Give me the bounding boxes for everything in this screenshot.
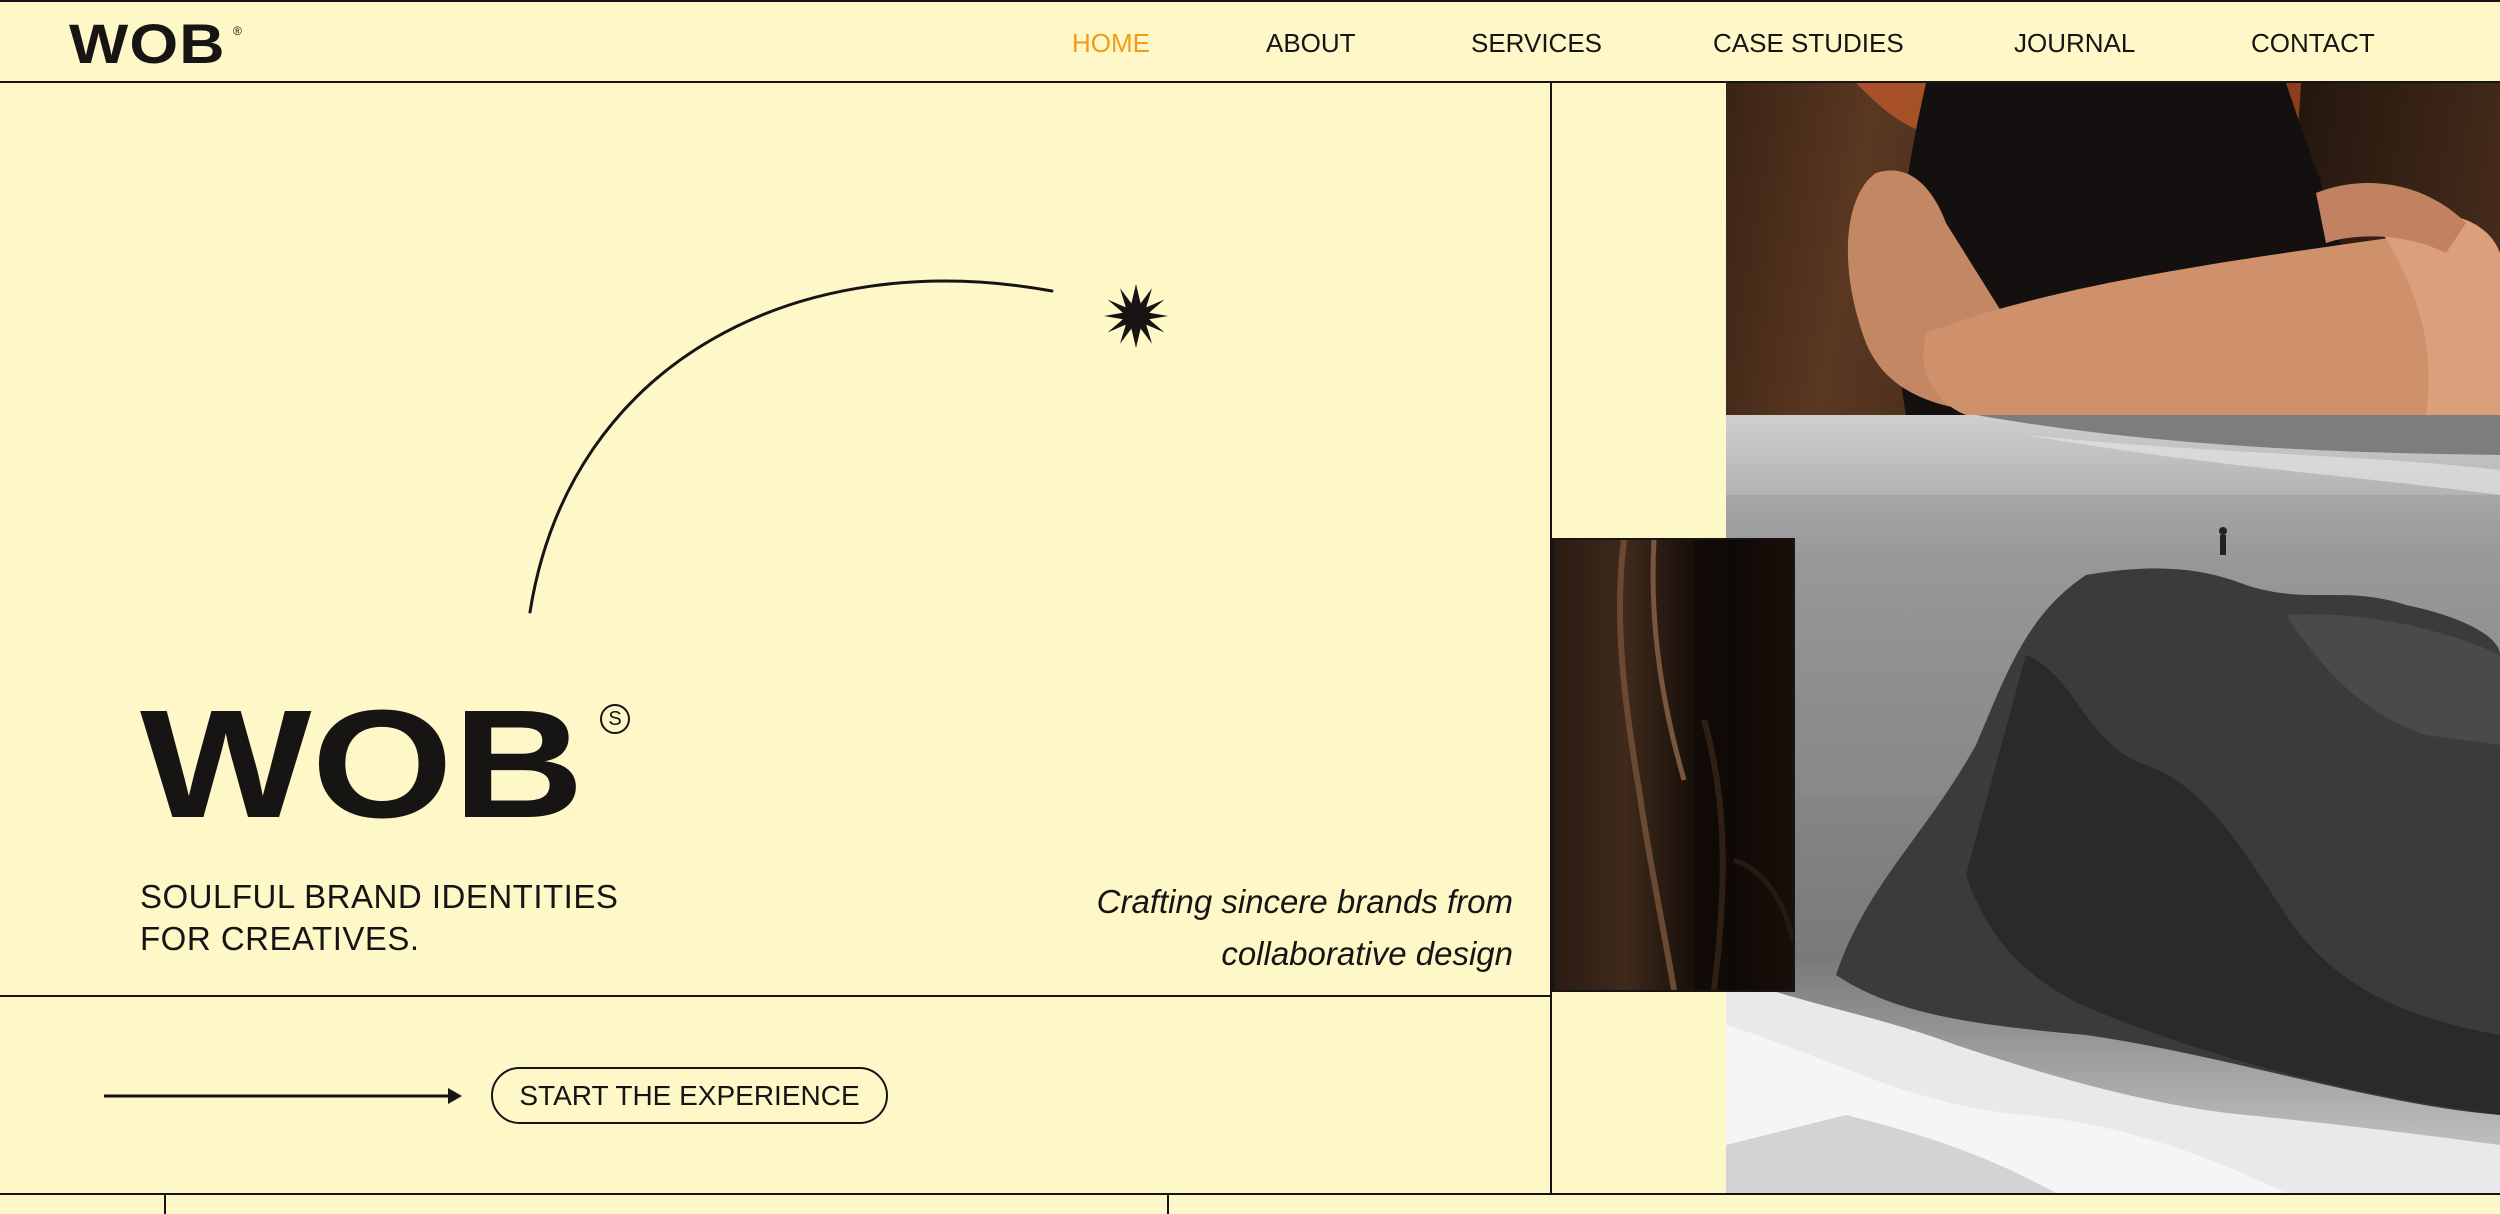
hero-subtitle: Crafting sincere brands from collaborati… bbox=[913, 876, 1513, 980]
hero-horizontal-divider bbox=[0, 995, 1552, 997]
hero-logo: WOB bbox=[140, 678, 585, 850]
header-logo-registered-mark: ® bbox=[233, 24, 242, 38]
photo-woman-crossed-arms bbox=[1726, 83, 2500, 415]
photo-chair-detail bbox=[1552, 538, 1795, 992]
hero-subtitle-line-1: Crafting sincere brands from bbox=[1096, 883, 1513, 920]
header-logo[interactable]: WOB bbox=[69, 14, 226, 74]
nav-item-contact[interactable]: CONTACT bbox=[2251, 28, 2375, 58]
photo-coastal-rock bbox=[1726, 415, 2500, 1193]
hero-tagline-line-2: FOR CREATIVES. bbox=[140, 920, 420, 957]
footer-column-divider-2 bbox=[1167, 1193, 1169, 1214]
decorative-arc bbox=[528, 279, 1054, 614]
nav-item-services[interactable]: SERVICES bbox=[1471, 28, 1602, 58]
hero-logo-service-mark: S bbox=[600, 704, 630, 734]
nav-item-about[interactable]: ABOUT bbox=[1266, 28, 1356, 58]
hero-tagline-line-1: SOULFUL BRAND IDENTITIES bbox=[140, 878, 619, 915]
hero-subtitle-line-2: collaborative design bbox=[1221, 935, 1513, 972]
starburst-icon bbox=[1104, 284, 1168, 348]
nav-item-case-studies[interactable]: CASE STUDIES bbox=[1713, 28, 1904, 58]
start-experience-button[interactable]: START THE EXPERIENCE bbox=[491, 1067, 888, 1124]
photo-rock-shapes bbox=[1726, 415, 2500, 1193]
photo-chair-shapes bbox=[1617, 540, 1793, 990]
site-header: WOB ® HOME ABOUT SERVICES CASE STUDIES J… bbox=[0, 0, 2500, 83]
footer-column-divider-1 bbox=[164, 1193, 166, 1214]
nav-item-journal[interactable]: JOURNAL bbox=[2014, 28, 2135, 58]
hero-tagline: SOULFUL BRAND IDENTITIES FOR CREATIVES. bbox=[140, 876, 618, 960]
nav-item-home[interactable]: HOME bbox=[1072, 28, 1150, 58]
arrow-right-icon bbox=[104, 1088, 462, 1104]
footer-divider bbox=[0, 1193, 2500, 1195]
photo-woman-shapes bbox=[1847, 83, 2500, 415]
